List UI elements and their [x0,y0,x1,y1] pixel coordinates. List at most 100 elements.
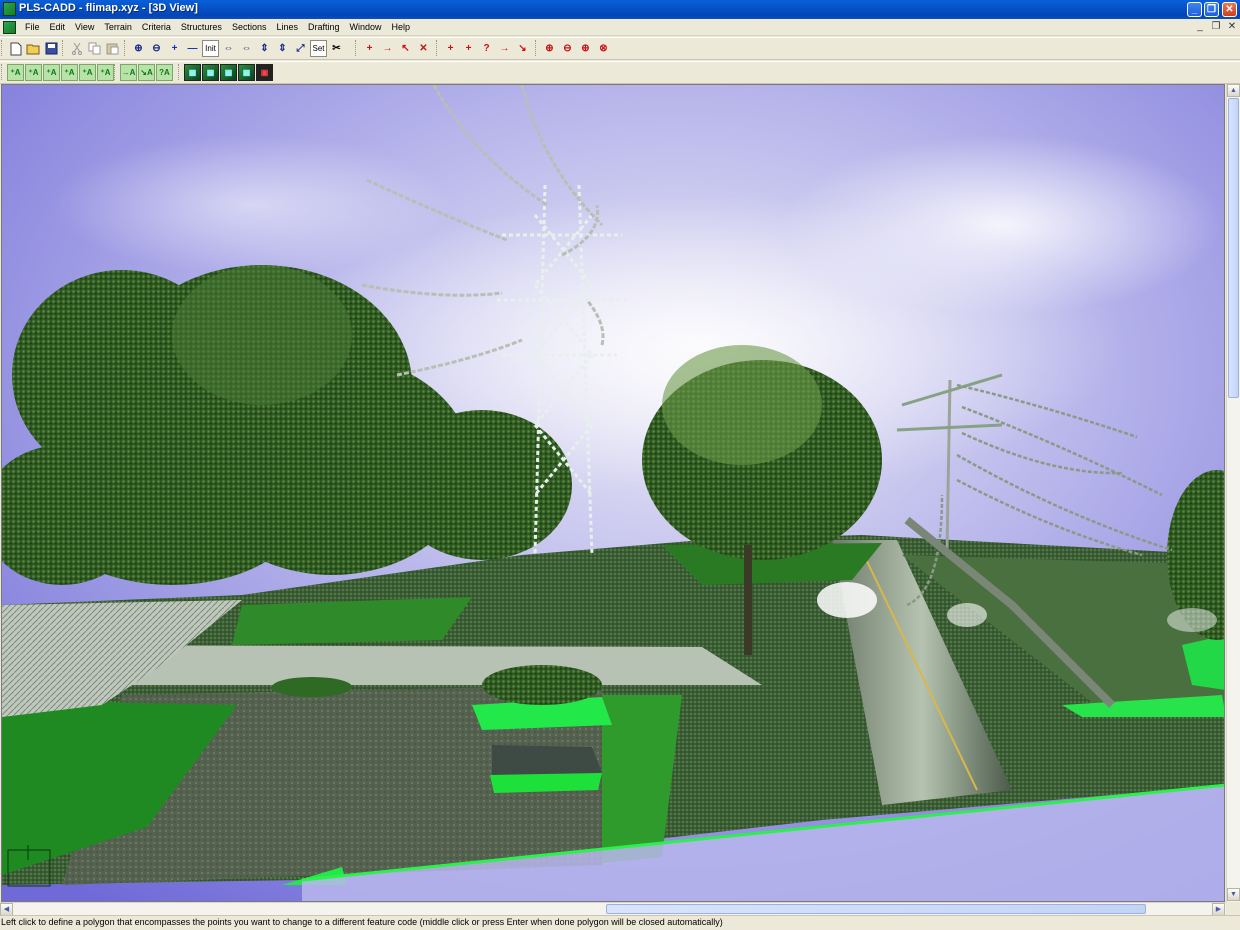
tilt-up-button[interactable]: ⇕ [256,40,273,57]
maximize-button[interactable]: ❐ [1204,2,1219,17]
feature-line-button[interactable]: →A [120,64,137,81]
query-section-icon: ? [483,42,490,54]
clearance-remove-button[interactable]: ⊖ [559,40,576,57]
menu-structures[interactable]: Structures [176,21,227,33]
zoom-plus-button[interactable]: + [166,40,183,57]
terrain-tool-2-button[interactable]: ⁺A [25,64,42,81]
3d-view-canvas[interactable] [1,84,1225,902]
scroll-up-button[interactable]: ▲ [1227,84,1240,97]
move-structure-icon: → [382,42,393,54]
menu-criteria[interactable]: Criteria [137,21,176,33]
query-section-button[interactable]: ? [478,40,495,57]
menu-view[interactable]: View [70,21,99,33]
mdi-close-button[interactable]: ✕ [1225,21,1239,33]
menu-window[interactable]: Window [345,21,387,33]
mdi-restore-button[interactable]: ❐ [1209,21,1223,33]
feature-polygon-button[interactable]: ↘A [138,64,155,81]
zoom-minus-button[interactable]: — [184,40,201,57]
delete-structure-button[interactable]: ✕ [415,40,432,57]
window-title: PLS-CADD - flimap.xyz - [3D View] [19,2,198,14]
render-mode-4-button[interactable]: ▦ [238,64,255,81]
zoom-out-icon: ⊖ [152,42,161,54]
menu-terrain[interactable]: Terrain [99,21,137,33]
terrain-tool-1-button[interactable]: ⁺A [7,64,24,81]
close-button[interactable]: ✕ [1222,2,1237,17]
scrollbar-corner [1226,902,1240,915]
section-toolbar-group: + + ? → ↘ [436,40,532,58]
horizontal-scroll-thumb[interactable] [606,904,1146,914]
copy-icon [88,42,101,55]
menu-drafting[interactable]: Drafting [303,21,345,33]
menu-bar: File Edit View Terrain Criteria Structur… [0,19,1240,36]
open-file-button[interactable] [25,40,42,57]
feature-query-icon: ?A [159,67,170,77]
rotate-horizontal-icon: ⇔ [223,42,234,54]
title-bar[interactable]: PLS-CADD - flimap.xyz - [3D View] _ ❐ ✕ [0,0,1240,19]
render-points-icon: ▦ [188,67,197,77]
paste-button[interactable] [104,40,121,57]
terrain-tool-4-button[interactable]: ⁺A [61,64,78,81]
insert-section-icon: + [465,42,472,54]
menu-file[interactable]: File [20,21,45,33]
set-view-button[interactable]: Set [310,40,327,57]
vertical-scroll-thumb[interactable] [1228,98,1239,398]
init-view-button[interactable]: Init [202,40,219,57]
rotate-vertical-icon: ⇕ [260,42,269,54]
terrain-point-icon: ⁺A [46,67,57,77]
move-section-icon: → [499,42,510,54]
new-file-button[interactable] [7,40,24,57]
sag-section-button[interactable]: ↘ [514,40,531,57]
open-icon [26,44,40,55]
render-mode-3-button[interactable]: ▦ [220,64,237,81]
delete-structure-icon: ✕ [419,42,428,54]
feature-query-button[interactable]: ?A [156,64,173,81]
document-icon[interactable] [3,21,16,34]
horizontal-scrollbar[interactable]: ◀ ▶ [0,902,1226,916]
menu-lines[interactable]: Lines [271,21,303,33]
tilt-down-button[interactable]: ⇕ [274,40,291,57]
copy-button[interactable] [86,40,103,57]
minimize-button[interactable]: _ [1187,2,1202,17]
rotate-right-button[interactable]: ⇔ [238,40,255,57]
move-structure-button[interactable]: → [379,40,396,57]
pls-cadd-window: PLS-CADD - flimap.xyz - [3D View] _ ❐ ✕ … [0,0,1240,930]
scroll-down-button[interactable]: ▼ [1227,888,1240,901]
add-section-button[interactable]: + [442,40,459,57]
view-toolbar-group: ⊕ ⊖ + — Init ⇔ ⇔ ⇕ ⇕ ⤢ Set ✂ [124,40,346,58]
terrain-point-icon: ⁺A [64,67,75,77]
menu-help[interactable]: Help [387,21,416,33]
clearance-add-button[interactable]: ⊕ [541,40,558,57]
save-icon [45,42,58,55]
cut-button[interactable] [68,40,85,57]
clearance-toolbar-group: ⊕ ⊖ ⊕ ⊗ [535,40,613,58]
render-mode-2-button[interactable]: ▦ [202,64,219,81]
terrain-tool-6-button[interactable]: ⁺A [97,64,114,81]
vertical-scrollbar[interactable]: ▲ ▼ [1226,84,1240,902]
rotate-structure-button[interactable]: ↖ [397,40,414,57]
main-toolbar: ⊕ ⊖ + — Init ⇔ ⇔ ⇕ ⇕ ⤢ Set ✂ + → ↖ ✕ + +… [0,37,1240,60]
zoom-in-button[interactable]: ⊕ [130,40,147,57]
mdi-minimize-button[interactable]: _ [1193,21,1207,33]
rotate-left-button[interactable]: ⇔ [220,40,237,57]
clip-button[interactable]: ✂ [328,40,345,57]
rotate-structure-icon: ↖ [401,42,410,54]
clearance-check-button[interactable]: ⊕ [577,40,594,57]
menu-sections[interactable]: Sections [227,21,272,33]
insert-section-button[interactable]: + [460,40,477,57]
scissors-icon: ✂ [332,42,341,54]
menu-edit[interactable]: Edit [45,21,71,33]
terrain-tool-5-button[interactable]: ⁺A [79,64,96,81]
move-section-button[interactable]: → [496,40,513,57]
zoom-out-button[interactable]: ⊖ [148,40,165,57]
status-message: Left click to define a polygon that enco… [1,917,723,927]
render-mode-5-button[interactable]: ▣ [256,64,273,81]
clearance-report-icon: ⊗ [599,42,608,54]
terrain-point-icon: ⁺A [100,67,111,77]
save-file-button[interactable] [43,40,60,57]
paste-icon [106,43,119,55]
terrain-tool-3-button[interactable]: ⁺A [43,64,60,81]
render-mode-1-button[interactable]: ▦ [184,64,201,81]
add-structure-button[interactable]: + [361,40,378,57]
clearance-report-button[interactable]: ⊗ [595,40,612,57]
fit-view-button[interactable]: ⤢ [292,40,309,57]
